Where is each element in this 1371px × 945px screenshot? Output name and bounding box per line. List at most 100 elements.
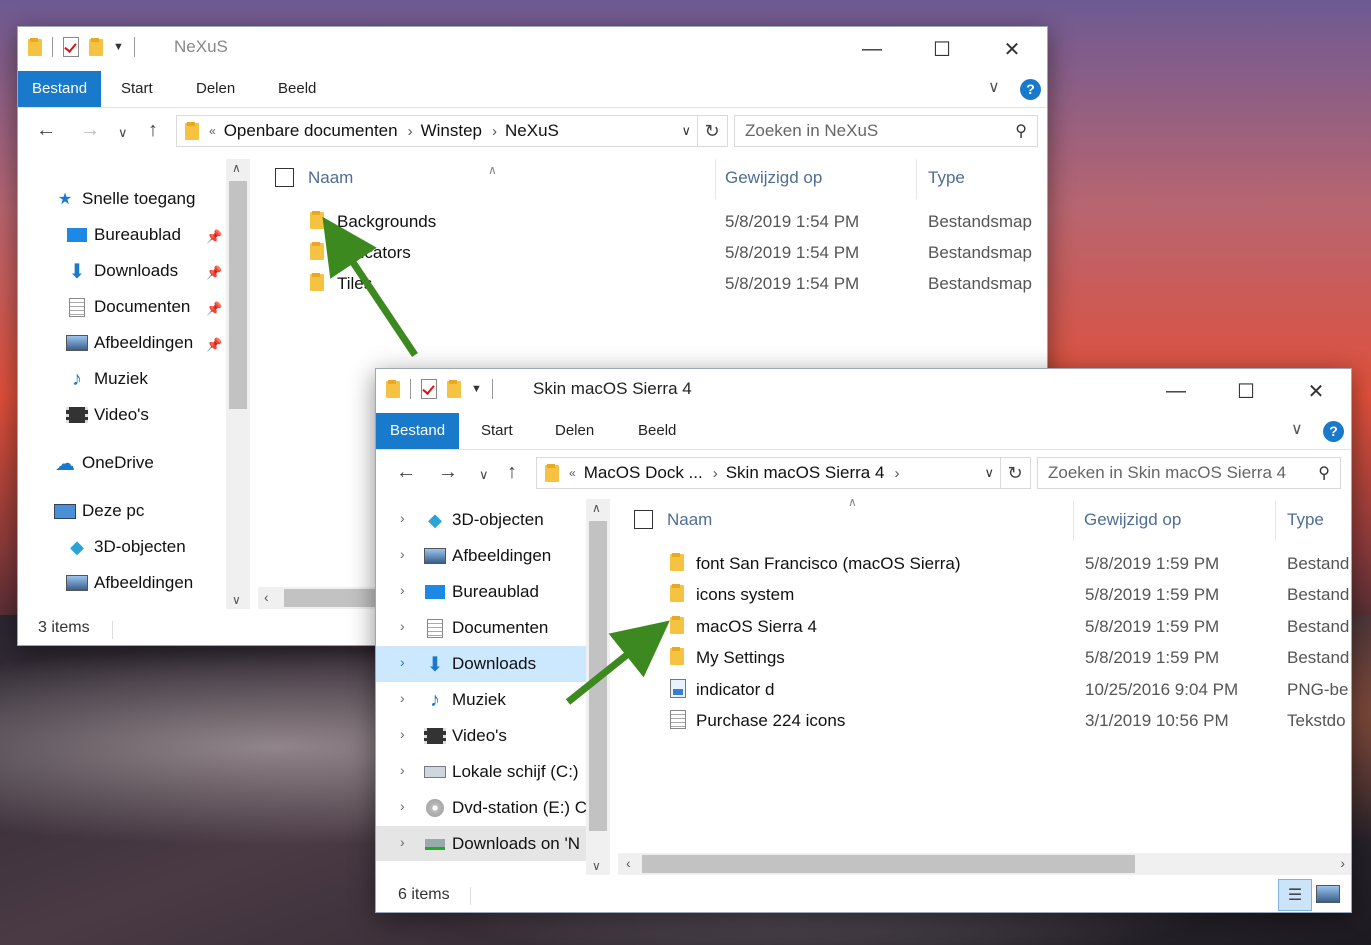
folder-icon[interactable] <box>28 38 42 56</box>
nav-item-local-disk[interactable]: › Lokale schijf (C:) <box>376 754 586 790</box>
tab-bestand[interactable]: Bestand <box>18 71 102 107</box>
close-button[interactable]: ✕ <box>977 27 1047 71</box>
nav-pane-scrollbar[interactable]: ∧ ∨ <box>586 499 610 875</box>
minimize-button[interactable]: — <box>1141 369 1211 413</box>
help-icon[interactable]: ? <box>1323 421 1344 442</box>
title-bar[interactable]: ▼ Skin macOS Sierra 4 — ☐ ✕ <box>376 369 1351 413</box>
expand-chevron-icon[interactable]: › <box>400 546 405 562</box>
explorer-window-skin[interactable]: ▼ Skin macOS Sierra 4 — ☐ ✕ Bestand Star… <box>375 368 1352 913</box>
back-arrow-icon[interactable]: ← <box>396 461 416 484</box>
search-input[interactable]: Zoeken in NeXuS ⚲ <box>734 115 1038 147</box>
breadcrumb-item[interactable]: Winstep <box>421 121 482 141</box>
breadcrumb-item[interactable]: NeXuS <box>505 121 559 141</box>
nav-item-desktop[interactable]: › Bureaublad <box>376 574 586 610</box>
nav-item-music[interactable]: › ♪ Muziek <box>376 682 586 718</box>
minimize-button[interactable]: — <box>837 27 907 71</box>
expand-ribbon-chevron-icon[interactable]: ∨ <box>988 77 1000 97</box>
expand-chevron-icon[interactable]: › <box>400 582 405 598</box>
breadcrumb-separator-icon[interactable]: › <box>408 123 413 140</box>
address-bar[interactable]: « MacOS Dock ... › Skin macOS Sierra 4 ›… <box>536 457 1001 489</box>
expand-ribbon-chevron-icon[interactable]: ∨ <box>1291 419 1303 439</box>
title-bar[interactable]: ▼ NeXuS — ☐ ✕ <box>18 27 1047 71</box>
file-row[interactable]: macOS Sierra 4 5/8/2019 1:59 PM Bestand <box>616 612 1351 643</box>
breadcrumb-item[interactable]: Skin macOS Sierra 4 <box>726 463 885 483</box>
file-row[interactable]: Tiles 5/8/2019 1:54 PM Bestandsmap <box>18 269 1047 300</box>
scroll-up-icon[interactable]: ∧ <box>232 161 241 175</box>
tab-bestand[interactable]: Bestand <box>376 413 460 449</box>
expand-chevron-icon[interactable]: › <box>400 690 405 706</box>
nav-item-pictures[interactable]: › Afbeeldingen <box>376 538 586 574</box>
scroll-left-icon[interactable]: ‹ <box>626 855 631 871</box>
nav-item-documents[interactable]: › Documenten <box>376 610 586 646</box>
details-view-icon[interactable]: ☰ <box>1278 879 1312 911</box>
select-all-checkbox[interactable] <box>634 510 653 529</box>
column-header-name[interactable]: Naam <box>308 168 353 188</box>
nav-item-onedrive[interactable]: ☁ OneDrive <box>54 453 154 475</box>
recent-locations-chevron-icon[interactable]: ∨ <box>479 467 489 483</box>
nav-item-videos[interactable]: › Video's <box>376 718 586 754</box>
scroll-left-icon[interactable]: ‹ <box>264 589 269 605</box>
column-header-name[interactable]: Naam <box>667 510 712 530</box>
tab-delen[interactable]: Delen <box>196 71 235 107</box>
help-icon[interactable]: ? <box>1020 79 1041 100</box>
nav-item-pictures-pc[interactable]: Afbeeldingen <box>66 573 193 593</box>
file-row[interactable]: indicator d 10/25/2016 9:04 PM PNG-be <box>616 675 1351 706</box>
expand-chevron-icon[interactable]: › <box>400 654 405 670</box>
nav-item-music[interactable]: ♪ Muziek <box>66 368 148 390</box>
recent-locations-chevron-icon[interactable]: ∨ <box>118 125 128 141</box>
tab-beeld[interactable]: Beeld <box>278 71 316 107</box>
forward-arrow-icon[interactable]: → <box>80 119 100 142</box>
properties-icon[interactable] <box>63 37 79 57</box>
refresh-icon[interactable]: ↻ <box>1000 457 1031 489</box>
breadcrumb-separator-icon[interactable]: › <box>492 123 497 140</box>
file-row[interactable]: icons system 5/8/2019 1:59 PM Bestand <box>616 580 1351 611</box>
scrollbar-thumb[interactable] <box>284 589 388 607</box>
tab-start[interactable]: Start <box>121 71 153 107</box>
properties-icon[interactable] <box>421 379 437 399</box>
breadcrumb-separator-icon[interactable]: › <box>894 465 899 482</box>
expand-chevron-icon[interactable]: › <box>400 798 405 814</box>
close-button[interactable]: ✕ <box>1281 369 1351 413</box>
expand-chevron-icon[interactable]: › <box>400 726 405 742</box>
up-arrow-icon[interactable]: ↑ <box>507 461 517 484</box>
file-row[interactable]: My Settings 5/8/2019 1:59 PM Bestand <box>616 643 1351 674</box>
column-header-type[interactable]: Type <box>1287 510 1324 530</box>
file-row[interactable]: font San Francisco (macOS Sierra) 5/8/20… <box>616 549 1351 580</box>
select-all-checkbox[interactable] <box>275 168 294 187</box>
column-header-type[interactable]: Type <box>928 168 965 188</box>
search-input[interactable]: Zoeken in Skin macOS Sierra 4 ⚲ <box>1037 457 1341 489</box>
nav-item-dvd-drive[interactable]: › Dvd-station (E:) C <box>376 790 586 826</box>
up-arrow-icon[interactable]: ↑ <box>148 119 158 142</box>
column-header-modified[interactable]: Gewijzigd op <box>1084 510 1181 530</box>
expand-chevron-icon[interactable]: › <box>400 762 405 778</box>
new-folder-icon[interactable] <box>89 38 103 56</box>
expand-chevron-icon[interactable]: › <box>400 510 405 526</box>
scroll-right-icon[interactable]: › <box>1340 855 1345 871</box>
column-header-modified[interactable]: Gewijzigd op <box>725 168 822 188</box>
scrollbar-thumb[interactable] <box>589 521 607 831</box>
scroll-down-icon[interactable]: ∨ <box>592 859 601 873</box>
breadcrumb-item[interactable]: MacOS Dock ... <box>584 463 703 483</box>
expand-chevron-icon[interactable]: › <box>400 618 405 634</box>
nav-item-pictures[interactable]: Afbeeldingen <box>66 333 193 353</box>
maximize-button[interactable]: ☐ <box>907 27 977 71</box>
file-row[interactable]: Purchase 224 icons 3/1/2019 10:56 PM Tek… <box>616 706 1351 737</box>
breadcrumb-separator-icon[interactable]: › <box>713 465 718 482</box>
large-icons-view-icon[interactable] <box>1316 885 1340 903</box>
nav-item-this-pc[interactable]: Deze pc <box>54 501 144 521</box>
maximize-button[interactable]: ☐ <box>1211 369 1281 413</box>
horizontal-scrollbar[interactable]: ‹ <box>258 587 388 609</box>
tab-start[interactable]: Start <box>481 413 513 449</box>
address-dropdown-chevron-icon[interactable]: ∨ <box>681 123 691 139</box>
customize-toolbar-caret-icon[interactable]: ▼ <box>113 41 124 53</box>
breadcrumb-item[interactable]: Openbare documenten <box>224 121 398 141</box>
horizontal-scrollbar[interactable]: ‹ › <box>618 853 1351 875</box>
folder-icon[interactable] <box>386 380 400 398</box>
tab-delen[interactable]: Delen <box>555 413 594 449</box>
nav-item-network-downloads[interactable]: › Downloads on 'N <box>376 826 586 861</box>
new-folder-icon[interactable] <box>447 380 461 398</box>
nav-item-downloads[interactable]: › ⬇ Downloads <box>376 646 586 682</box>
forward-arrow-icon[interactable]: → <box>438 461 458 484</box>
nav-item-3d-objects[interactable]: ◆ 3D-objecten <box>66 537 186 557</box>
scroll-down-icon[interactable]: ∨ <box>232 593 241 607</box>
